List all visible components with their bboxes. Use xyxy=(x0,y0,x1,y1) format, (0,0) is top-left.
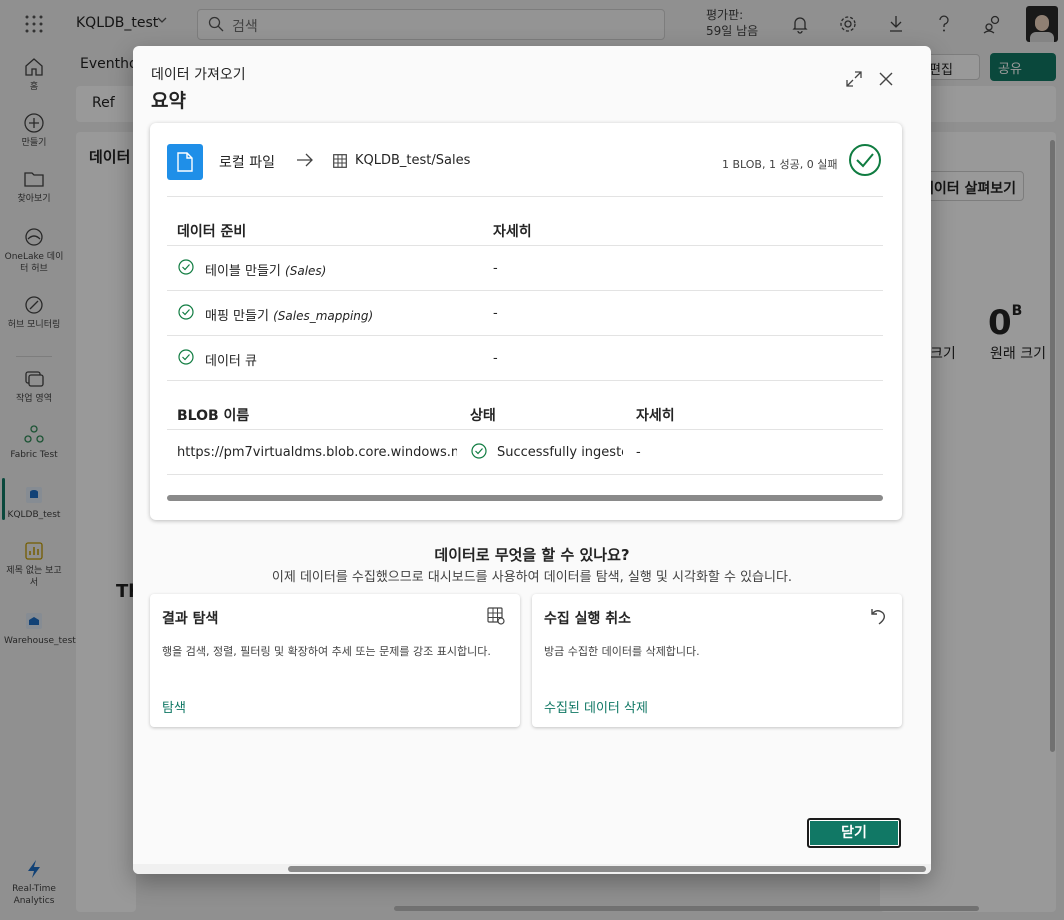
check-circle-icon xyxy=(178,349,194,365)
get-data-dialog: 데이터 가져오기 요약 로컬 파일 KQLDB_test/Sales 1 BLO… xyxy=(133,46,931,874)
column-header: 자세히 xyxy=(493,224,532,240)
card-title: 수집 실행 취소 xyxy=(544,611,632,627)
dialog-subtitle: 데이터 가져오기 xyxy=(151,67,246,83)
card-description: 방금 수집한 데이터를 삭제합니다. xyxy=(544,645,700,658)
check-circle-icon xyxy=(178,259,194,275)
next-steps-subtitle: 이제 데이터를 수집했으므로 대시보드를 사용하여 데이터를 탐색, 실행 및 … xyxy=(271,570,793,585)
ingestion-counts: 1 BLOB, 1 성공, 0 실패 xyxy=(722,158,838,171)
expand-icon[interactable] xyxy=(845,70,863,88)
column-header: 상태 xyxy=(470,408,496,424)
delete-ingested-data-link[interactable]: 수집된 데이터 삭제 xyxy=(544,697,648,716)
close-button[interactable]: 닫기 xyxy=(807,818,901,848)
close-icon[interactable] xyxy=(877,70,895,88)
summary-card: 로컬 파일 KQLDB_test/Sales 1 BLOB, 1 성공, 0 실… xyxy=(150,123,902,520)
explore-results-card[interactable]: 결과 탐색 행을 검색, 정렬, 필터링 및 확장하여 추세 또는 문제를 강조… xyxy=(150,594,520,727)
prep-row-detail: - xyxy=(493,261,498,276)
table-horizontal-scrollbar[interactable] xyxy=(167,495,883,501)
undo-ingestion-card[interactable]: 수집 실행 취소 방금 수집한 데이터를 삭제합니다. 수집된 데이터 삭제 xyxy=(532,594,902,727)
blob-detail: - xyxy=(636,445,641,460)
prep-row-detail: - xyxy=(493,306,498,321)
column-header: 데이터 준비 xyxy=(177,224,247,240)
prep-row-name: 테이블 만들기 (Sales) xyxy=(205,264,327,279)
undo-icon xyxy=(871,609,886,625)
next-steps-title: 데이터로 무엇을 할 수 있나요? xyxy=(434,546,630,564)
local-file-icon xyxy=(167,144,203,180)
arrow-right-icon xyxy=(297,153,313,167)
card-description: 행을 검색, 정렬, 필터링 및 확장하여 추세 또는 문제를 강조 표시합니다… xyxy=(162,645,491,658)
destination-label: KQLDB_test/Sales xyxy=(355,153,471,168)
check-circle-icon xyxy=(178,304,194,320)
column-header: 자세히 xyxy=(636,408,675,424)
table-icon xyxy=(333,154,347,168)
explore-link[interactable]: 탐색 xyxy=(162,697,186,716)
table-explore-icon xyxy=(487,607,505,625)
prep-row-name: 매핑 만들기 (Sales_mapping) xyxy=(205,309,374,324)
prep-row-detail: - xyxy=(493,351,498,366)
blob-name: https://pm7virtualdms.blob.core.windows.… xyxy=(177,445,457,460)
prep-row-name: 데이터 큐 xyxy=(205,354,257,369)
card-title: 결과 탐색 xyxy=(162,611,219,627)
check-circle-icon xyxy=(471,443,487,459)
source-label: 로컬 파일 xyxy=(219,155,275,171)
dialog-title: 요약 xyxy=(151,90,186,112)
success-check-icon xyxy=(849,144,881,176)
dialog-horizontal-scrollbar[interactable] xyxy=(288,866,926,872)
column-header: BLOB 이름 xyxy=(177,408,250,424)
blob-status: Successfully ingeste xyxy=(497,445,623,460)
